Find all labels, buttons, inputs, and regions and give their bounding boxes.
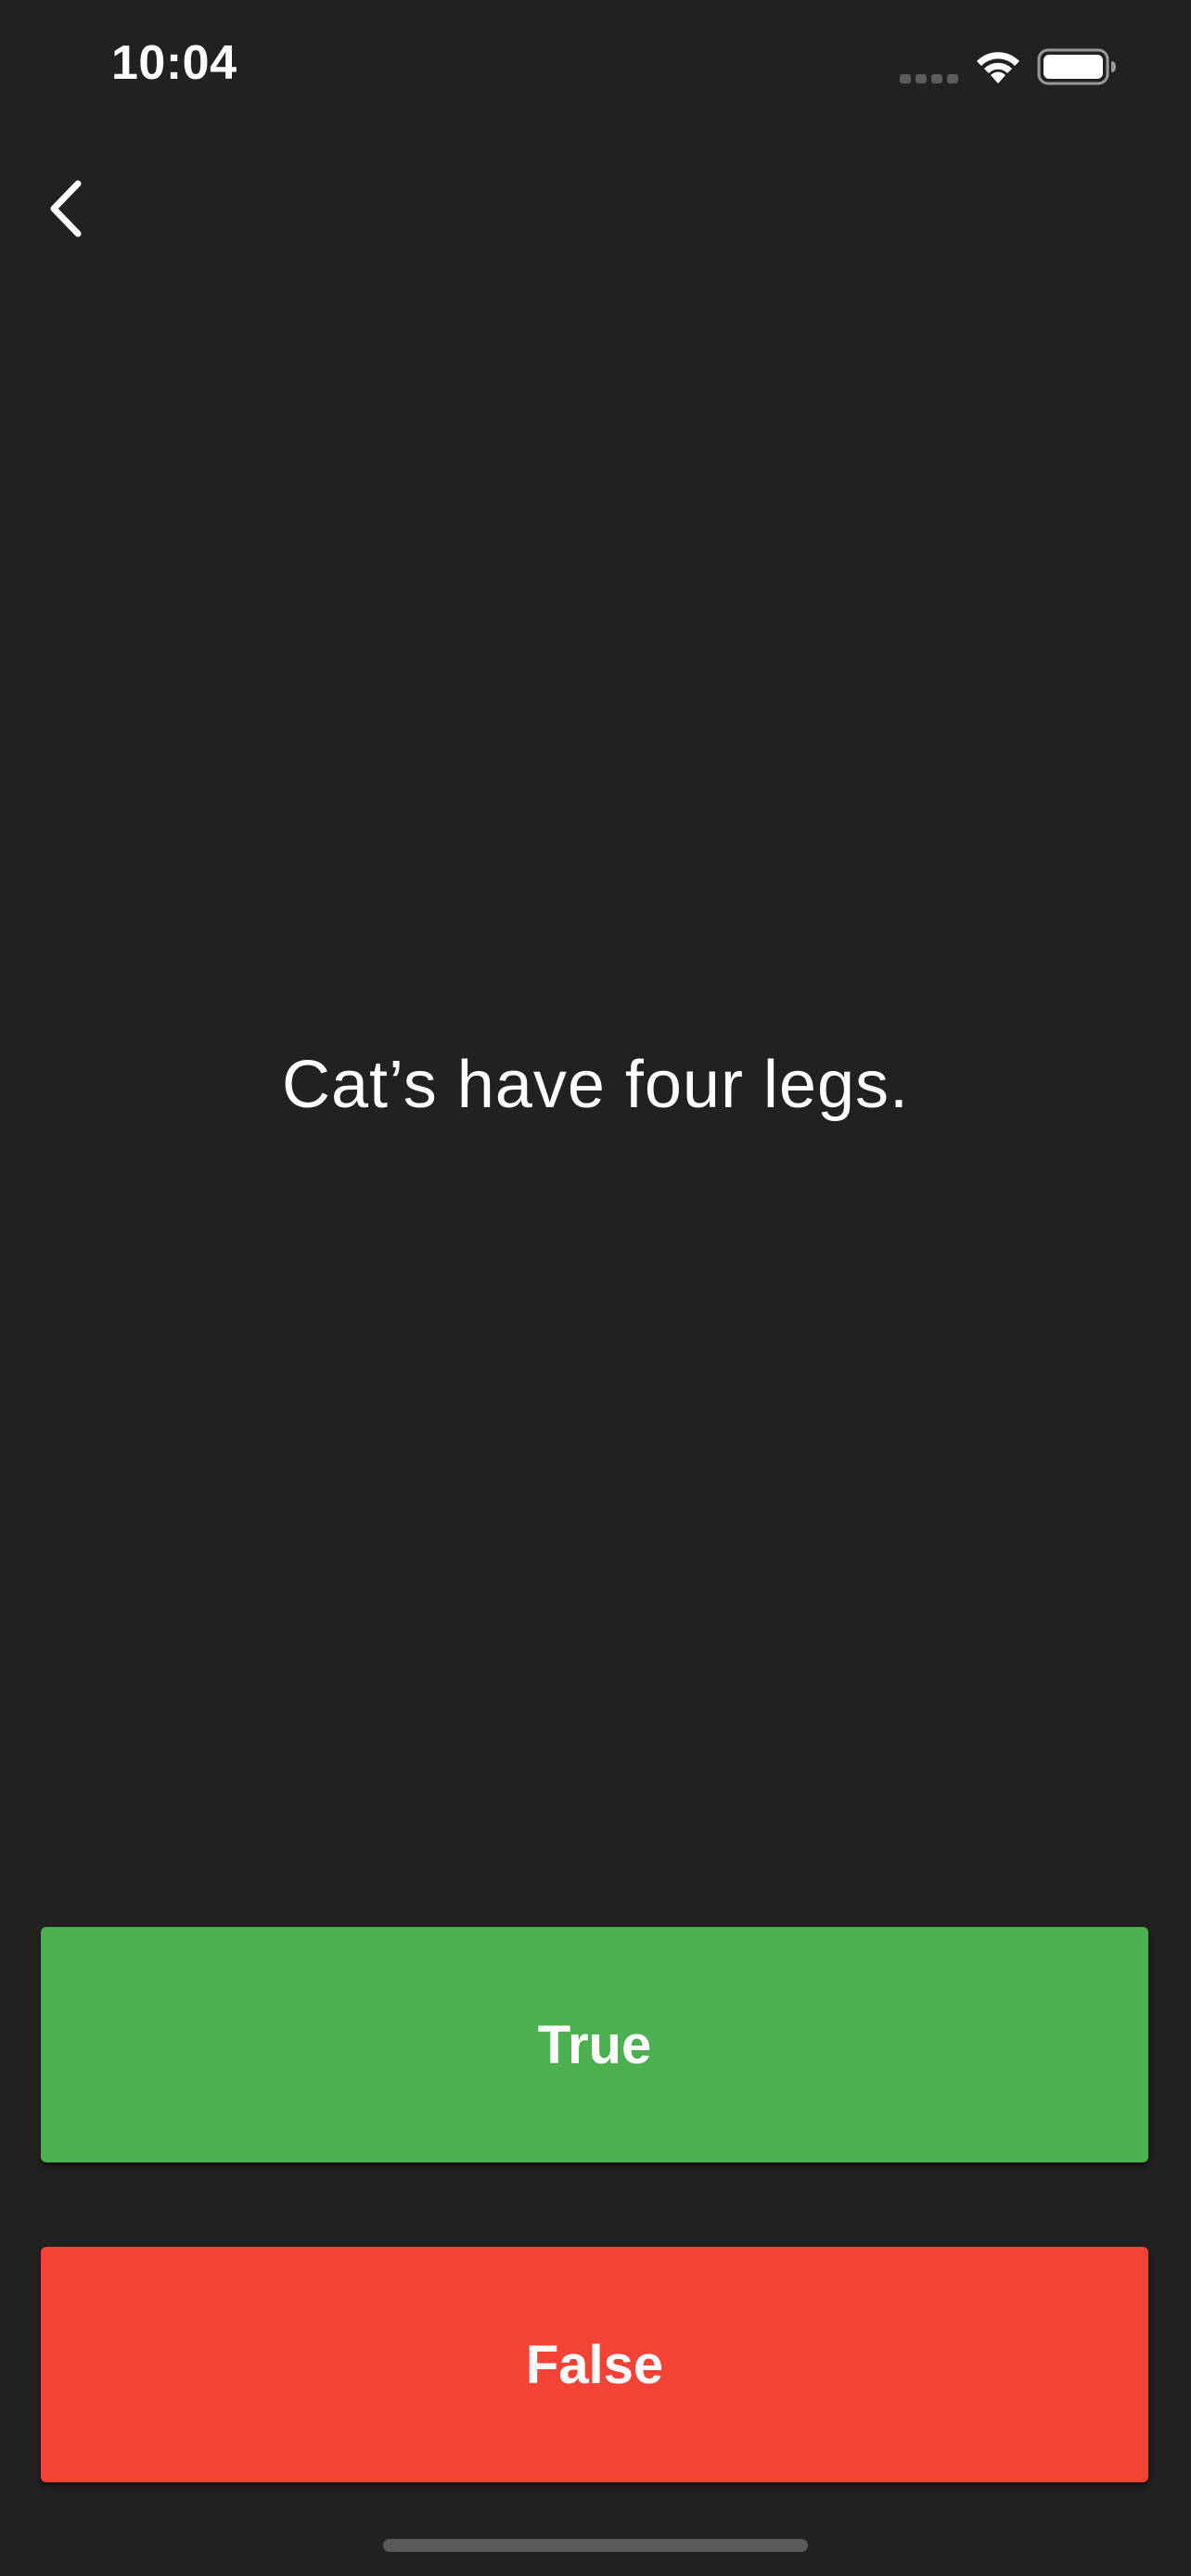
back-button[interactable] [28, 167, 102, 250]
false-button-label: False [525, 2334, 664, 2395]
battery-full-icon [1037, 48, 1116, 85]
status-bar: 10:04 [0, 0, 1191, 130]
true-button-label: True [537, 2014, 652, 2075]
status-time: 10:04 [111, 36, 237, 90]
home-indicator[interactable] [383, 2539, 808, 2552]
false-button[interactable]: False [41, 2247, 1148, 2482]
chevron-left-icon [50, 180, 82, 237]
wifi-icon [977, 52, 1019, 83]
true-button[interactable]: True [41, 1927, 1148, 2162]
question-text: Cat’s have four legs. [281, 1048, 910, 1122]
cellular-signal-icon [900, 74, 958, 83]
